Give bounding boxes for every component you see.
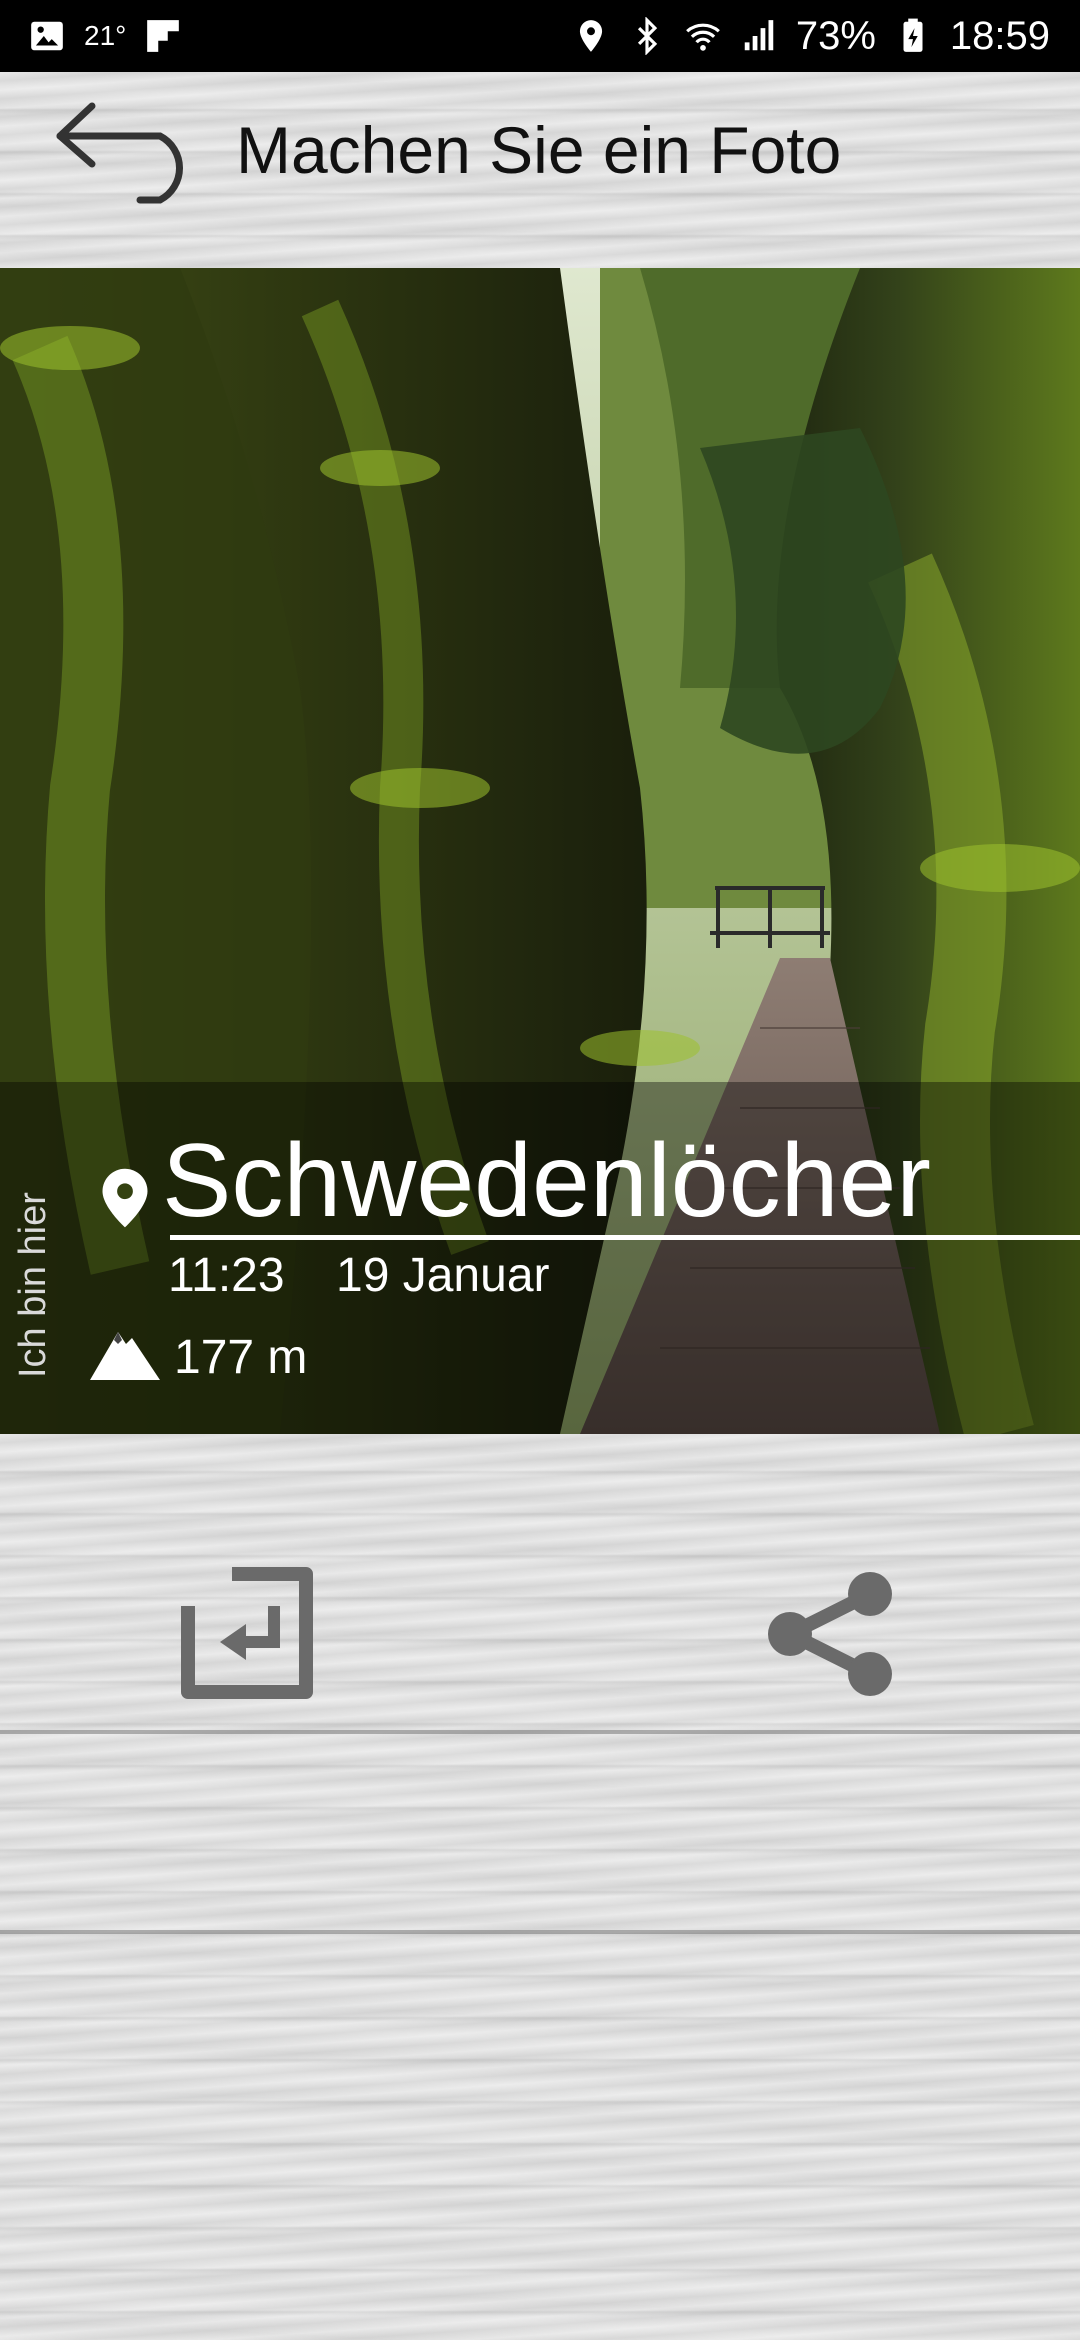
wifi-icon <box>685 23 720 51</box>
ich-bin-hier-label: Ich bin hier <box>12 1192 54 1378</box>
plank-divider <box>0 1730 1080 1734</box>
battery-icon <box>903 18 923 52</box>
back-button[interactable] <box>50 96 210 206</box>
bluetooth-icon <box>637 17 657 55</box>
share-button[interactable] <box>762 1566 898 1702</box>
signal-icon <box>744 20 774 51</box>
mountain-icon <box>90 1332 160 1380</box>
status-bar: 21° 73% 18:59 <box>0 0 1080 72</box>
action-area <box>0 1434 1080 2340</box>
app-header: Machen Sie ein Foto <box>0 72 1080 268</box>
page-title: Machen Sie ein Foto <box>236 113 842 187</box>
altitude-value: 177 m <box>174 1331 308 1384</box>
back-arrow-icon <box>56 102 183 204</box>
place-name-underline <box>170 1235 1080 1240</box>
location-pin-icon <box>102 1168 148 1228</box>
plank-divider <box>0 1930 1080 1934</box>
flipboard-icon <box>147 20 180 52</box>
battery-percent: 73% <box>795 13 876 58</box>
import-icon <box>181 1567 313 1699</box>
import-button[interactable] <box>180 1566 314 1700</box>
clock: 18:59 <box>949 13 1050 58</box>
gallery-icon <box>31 21 63 51</box>
place-name: Schwedenlöcher <box>162 1123 931 1239</box>
share-icon <box>768 1572 892 1696</box>
location-icon <box>579 20 602 52</box>
photo-time: 11:23 <box>168 1249 285 1302</box>
photo-date: 19 Januar <box>336 1249 550 1302</box>
status-temperature: 21° <box>84 20 127 51</box>
